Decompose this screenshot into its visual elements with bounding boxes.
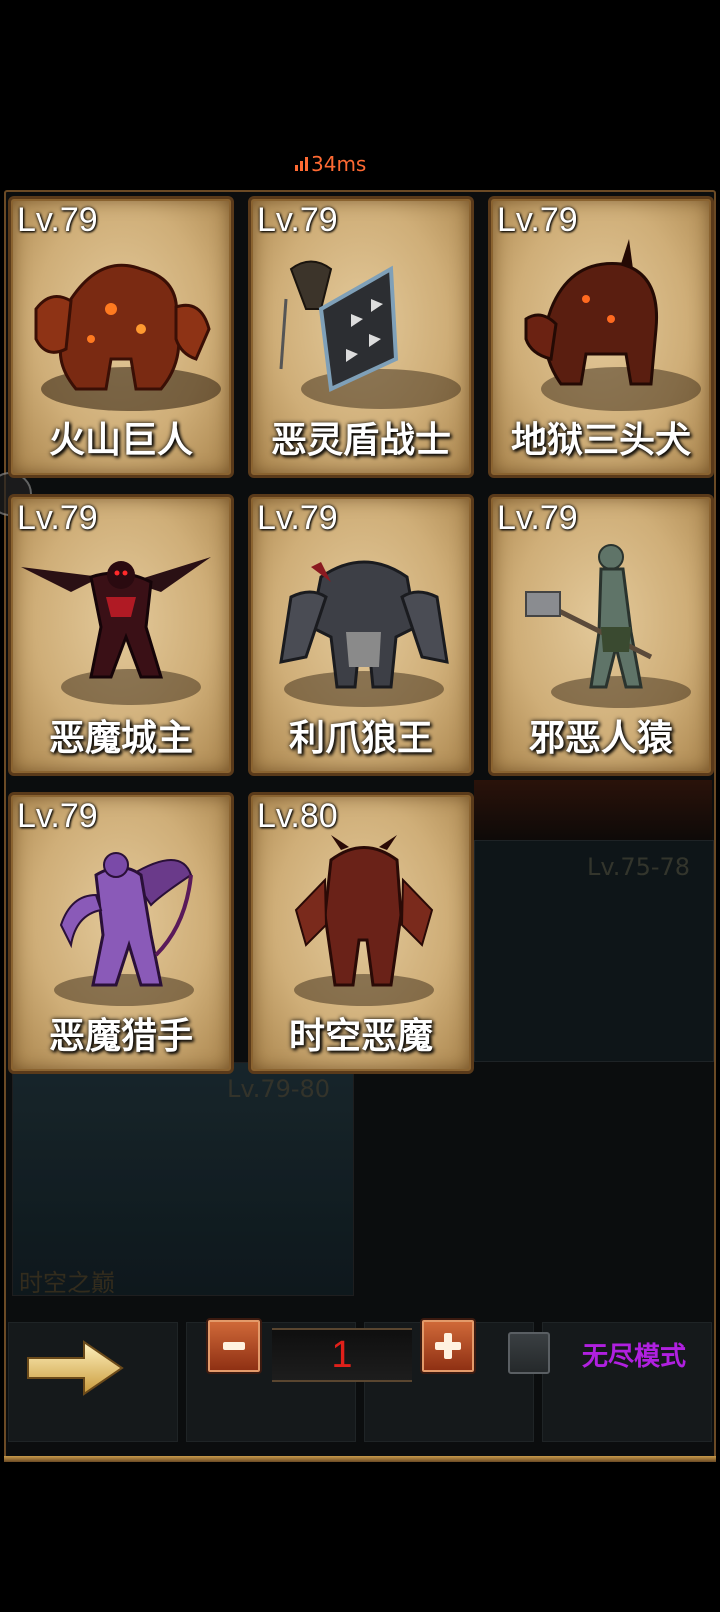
monster-card[interactable]: Lv.79 地狱三头犬 [488, 196, 714, 478]
monster-card[interactable]: Lv.79 恶魔猎手 [8, 792, 234, 1074]
monster-name: 时空恶魔 [288, 1016, 433, 1057]
shield-warrior-icon [279, 260, 461, 409]
monster-name: 恶魔城主 [48, 718, 193, 759]
minus-icon [223, 1342, 245, 1350]
monster-name: 邪恶人猿 [528, 718, 673, 759]
ping-value: 34ms [311, 152, 367, 176]
count-display: 1 [272, 1328, 412, 1382]
next-arrow-icon[interactable] [26, 1338, 126, 1398]
monster-card[interactable]: Lv.80 时空恶魔 [248, 792, 474, 1074]
increase-button[interactable] [420, 1318, 476, 1374]
monster-card[interactable]: Lv.79 火山巨人 [8, 196, 234, 478]
monster-card[interactable]: Lv.79 恶灵盾战士 [248, 196, 474, 478]
plus-icon [435, 1333, 461, 1359]
monster-name: 地狱三头犬 [510, 420, 691, 461]
decrease-button[interactable] [206, 1318, 262, 1374]
hellhound-icon [524, 239, 701, 411]
monster-level: Lv.79 [257, 201, 338, 239]
monster-grid: Lv.79 火山巨人 Lv.79 恶灵盾战士 Lv.79 地狱三头犬 Lv.79… [8, 196, 714, 1074]
background-card-level: Lv.79-80 [227, 1075, 331, 1103]
demon-hunter-icon [54, 852, 194, 1006]
monster-card[interactable]: Lv.79 邪恶人猿 [488, 494, 714, 776]
monster-name: 利爪狼王 [288, 718, 433, 759]
signal-icon [295, 157, 308, 171]
monster-level: Lv.79 [257, 499, 338, 537]
monster-level: Lv.79 [17, 499, 98, 537]
ping-indicator: 34ms [295, 152, 366, 176]
monster-name: 火山巨人 [48, 420, 193, 461]
endless-mode-checkbox[interactable] [508, 1332, 550, 1374]
monster-level: Lv.79 [17, 201, 98, 239]
monster-name: 恶灵盾战士 [270, 420, 451, 461]
monster-level: Lv.79 [17, 797, 98, 835]
timespace-demon-icon [294, 835, 434, 1006]
monster-level: Lv.80 [257, 797, 338, 835]
monster-card[interactable]: Lv.79 利爪狼王 [248, 494, 474, 776]
monster-name: 恶魔猎手 [48, 1016, 193, 1057]
panel-trim [4, 1456, 716, 1462]
monster-level: Lv.79 [497, 201, 578, 239]
monster-card[interactable]: Lv.79 恶魔城主 [8, 494, 234, 776]
monster-level: Lv.79 [497, 499, 578, 537]
background-card: Lv.79-80 时空之巅 [12, 1062, 354, 1297]
endless-mode-label[interactable]: 无尽模式 [582, 1336, 686, 1373]
demon-lord-icon [21, 557, 211, 705]
background-card-name: 时空之巅 [19, 1269, 115, 1297]
volcano-giant-icon [34, 263, 221, 411]
wolf-king-icon [279, 560, 449, 707]
evil-ape-icon [525, 544, 691, 708]
